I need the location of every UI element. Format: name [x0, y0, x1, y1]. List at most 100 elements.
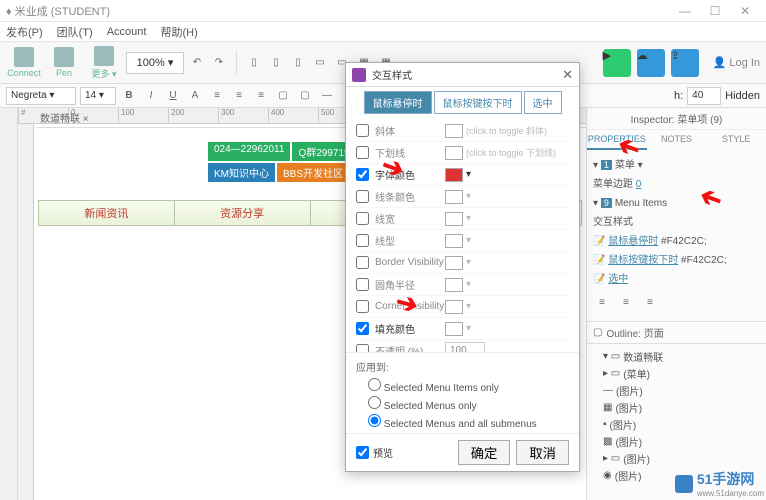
- dialog-close-button[interactable]: ✕: [562, 67, 573, 83]
- align-left-icon[interactable]: ▯: [245, 54, 263, 72]
- prop-checkbox[interactable]: [356, 300, 369, 313]
- align-text-right[interactable]: ≡: [252, 87, 270, 105]
- tab-mouseover[interactable]: 鼠标悬停时: [364, 91, 432, 114]
- tab-properties[interactable]: PROPERTIES: [587, 130, 647, 150]
- prop-label: 线型: [375, 233, 445, 248]
- prop-italic[interactable]: 斜体(click to toggle 斜体): [356, 120, 569, 142]
- redo-button[interactable]: ↷: [210, 54, 228, 72]
- maximize-button[interactable]: ☐: [700, 4, 730, 18]
- font-select[interactable]: Negreta ▾: [6, 87, 76, 105]
- connect-tool[interactable]: Connect: [6, 47, 42, 78]
- prop-checkbox[interactable]: [356, 322, 369, 335]
- align-center-icon[interactable]: ▯: [267, 54, 285, 72]
- prop-checkbox[interactable]: [356, 190, 369, 203]
- margin-value[interactable]: 0: [636, 179, 642, 190]
- prop-underline[interactable]: 下划线(click to toggle 下划线): [356, 142, 569, 164]
- menu-publish[interactable]: 发布(P): [6, 24, 43, 40]
- more-tool[interactable]: 更多 ▾: [86, 46, 122, 80]
- menu-help[interactable]: 帮助(H): [160, 24, 197, 40]
- height-input[interactable]: 40: [687, 87, 721, 105]
- share-button[interactable]: ☁: [637, 49, 665, 77]
- preview-checkbox[interactable]: 预览: [356, 445, 393, 460]
- phone-badge[interactable]: 024—22962011: [208, 142, 290, 161]
- prop-control[interactable]: ▾: [445, 168, 569, 182]
- prop-checkbox[interactable]: [356, 344, 369, 352]
- apply-opt-all[interactable]: Selected Menus and all submenus: [356, 413, 569, 431]
- prop-control[interactable]: ▾: [445, 190, 569, 204]
- prop-opacity[interactable]: 不透明 (%)100: [356, 340, 569, 352]
- nav-item-news[interactable]: 新闻资讯: [39, 201, 175, 225]
- zoom-select[interactable]: 100% ▾: [126, 52, 184, 74]
- prop-control[interactable]: ▾: [445, 212, 569, 226]
- prop-control[interactable]: (click to toggle 斜体): [445, 124, 569, 138]
- align-text-center[interactable]: ≡: [230, 87, 248, 105]
- prop-checkbox[interactable]: [356, 278, 369, 291]
- minimize-button[interactable]: —: [670, 4, 700, 18]
- underline-button[interactable]: U: [164, 87, 182, 105]
- prop-checkbox[interactable]: [356, 256, 369, 269]
- italic-button[interactable]: I: [142, 87, 160, 105]
- prop-checkbox[interactable]: [356, 234, 369, 247]
- outline-node[interactable]: ▸ ▭ (图片): [595, 450, 758, 467]
- apply-opt-items[interactable]: Selected Menu Items only: [356, 377, 569, 395]
- prop-cornervis[interactable]: Corner Visibility▾: [356, 296, 569, 318]
- prop-bordervis[interactable]: Border Visibility▾: [356, 252, 569, 274]
- text-color-button[interactable]: A: [186, 87, 204, 105]
- align-icon-2[interactable]: ≡: [617, 293, 635, 311]
- outline-node[interactable]: ▩ (图片): [595, 433, 758, 450]
- tab-selected[interactable]: 选中: [524, 91, 562, 114]
- pen-tool[interactable]: Pen: [46, 47, 82, 78]
- prop-linewidth[interactable]: 线宽▾: [356, 208, 569, 230]
- bold-button[interactable]: B: [120, 87, 138, 105]
- prop-checkbox[interactable]: [356, 124, 369, 137]
- line-width-button[interactable]: —: [318, 87, 336, 105]
- menu-team[interactable]: 团队(T): [57, 24, 93, 40]
- prop-control[interactable]: ▾: [445, 300, 569, 314]
- prop-linecolor[interactable]: 线条颜色▾: [356, 186, 569, 208]
- prop-control[interactable]: ▾: [445, 234, 569, 248]
- outline-node[interactable]: ▸ ▭ (菜单): [595, 365, 758, 382]
- apply-opt-menus[interactable]: Selected Menus only: [356, 395, 569, 413]
- distribute-h-icon[interactable]: ▭: [311, 54, 329, 72]
- tab-notes[interactable]: NOTES: [647, 130, 707, 150]
- outline-node[interactable]: — (图片): [595, 382, 758, 399]
- ok-button[interactable]: 确定: [458, 440, 511, 465]
- prop-checkbox[interactable]: [356, 212, 369, 225]
- fill-color-button[interactable]: ▢: [274, 87, 292, 105]
- tab-mousedown[interactable]: 鼠标按键按下时: [434, 91, 522, 114]
- prop-control[interactable]: ▾: [445, 278, 569, 292]
- publish-button[interactable]: ⇪: [671, 49, 699, 77]
- prop-fontcolor[interactable]: 字体颜色▾: [356, 164, 569, 186]
- prop-control[interactable]: ▾: [445, 256, 569, 270]
- prop-control[interactable]: ▾: [445, 322, 569, 336]
- outline-node[interactable]: ▦ (图片): [595, 399, 758, 416]
- close-button[interactable]: ✕: [730, 4, 760, 18]
- nav-item-resources[interactable]: 资源分享: [175, 201, 311, 225]
- align-icon[interactable]: ≡: [593, 293, 611, 311]
- align-icon-3[interactable]: ≡: [641, 293, 659, 311]
- bbs-link[interactable]: BBS开发社区: [277, 163, 349, 182]
- prop-checkbox[interactable]: [356, 168, 369, 181]
- prop-fillcolor[interactable]: 填充颜色▾: [356, 318, 569, 340]
- undo-button[interactable]: ↶: [188, 54, 206, 72]
- align-text-left[interactable]: ≡: [208, 87, 226, 105]
- prop-linestyle[interactable]: 线型▾: [356, 230, 569, 252]
- outline-node[interactable]: ▪ (图片): [595, 416, 758, 433]
- prop-checkbox[interactable]: [356, 146, 369, 159]
- tab-style[interactable]: STYLE: [706, 130, 766, 150]
- line-color-button[interactable]: ▢: [296, 87, 314, 105]
- font-size-select[interactable]: 14 ▾: [80, 87, 116, 105]
- cancel-button[interactable]: 取消: [516, 440, 569, 465]
- prop-control[interactable]: 100: [445, 342, 569, 353]
- prop-control[interactable]: (click to toggle 下划线): [445, 146, 569, 160]
- km-link[interactable]: KM知识中心: [208, 163, 275, 182]
- outline-root[interactable]: ▾ ▭ 数道畅联: [595, 348, 758, 365]
- prop-radius[interactable]: 圆角半径▾: [356, 274, 569, 296]
- preview-button[interactable]: ▶: [603, 49, 631, 77]
- login-link[interactable]: 👤 Log In: [713, 56, 760, 69]
- hover-link[interactable]: 鼠标悬停时: [608, 236, 658, 247]
- selected-link[interactable]: 选中: [608, 274, 628, 285]
- align-right-icon[interactable]: ▯: [289, 54, 307, 72]
- menu-account[interactable]: Account: [107, 26, 147, 38]
- mousedown-link[interactable]: 鼠标按键按下时: [608, 255, 678, 266]
